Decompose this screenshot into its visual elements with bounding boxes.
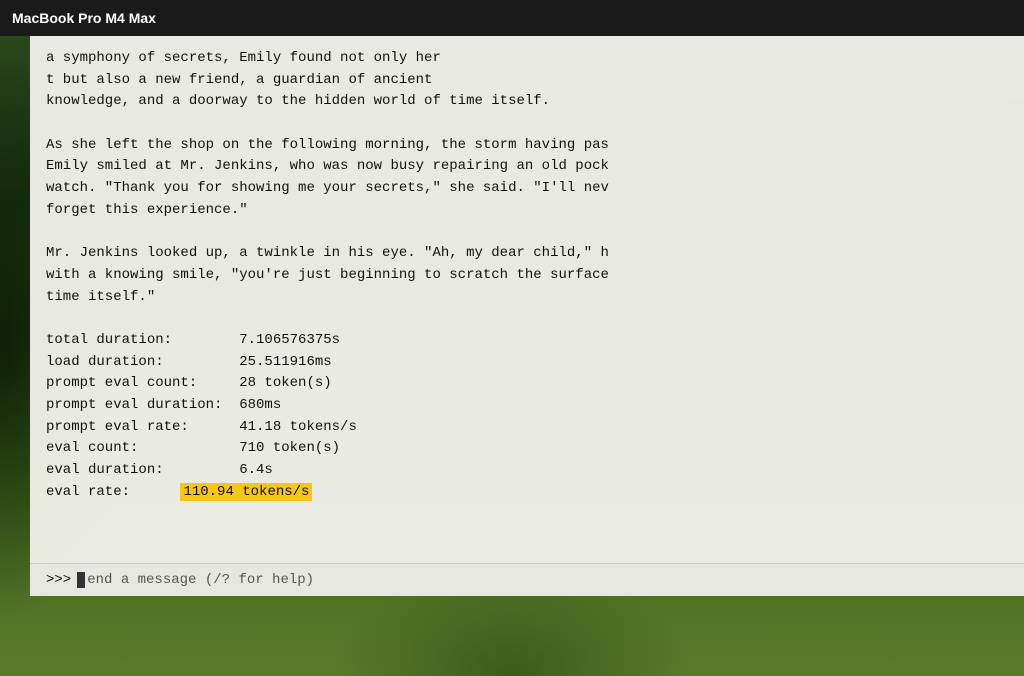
terminal-line-14: load duration: 25.511916ms [46,354,332,370]
terminal-panel: a symphony of secrets, Emily found not o… [30,36,1024,596]
terminal-line-2: knowledge, and a doorway to the hidden w… [46,93,550,109]
terminal-line-16: prompt eval duration: 680ms [46,397,281,413]
titlebar: MacBook Pro M4 Max [0,0,1024,36]
eval-rate-line: eval rate: 110.94 tokens/s [46,483,312,501]
terminal-line-5: Emily smiled at Mr. Jenkins, who was now… [46,158,609,174]
terminal-output: a symphony of secrets, Emily found not o… [46,48,1008,503]
terminal-line-17: prompt eval rate: 41.18 tokens/s [46,419,357,435]
terminal-line-13: total duration: 7.106576375s [46,332,340,348]
titlebar-title: MacBook Pro M4 Max [12,10,156,26]
terminal-line-9: Mr. Jenkins looked up, a twinkle in his … [46,245,609,261]
eval-rate-value: 110.94 tokens/s [180,483,312,501]
terminal-line-4: As she left the shop on the following mo… [46,137,609,153]
terminal-line-18: eval count: 710 token(s) [46,440,340,456]
input-placeholder: end a message (/? for help) [87,572,314,588]
terminal-line-7: forget this experience." [46,202,248,218]
terminal-line-10: with a knowing smile, "you're just begin… [46,267,609,283]
prompt-symbol: >>> [46,572,71,588]
cursor [77,572,85,588]
terminal-line-19: eval duration: 6.4s [46,462,273,478]
terminal-line-1: t but also a new friend, a guardian of a… [46,72,432,88]
terminal-input-area[interactable]: >>> end a message (/? for help) [30,563,1024,596]
terminal-line-0: a symphony of secrets, Emily found not o… [46,50,441,66]
eval-rate-label: eval rate: [46,484,130,500]
terminal-line-11: time itself." [46,289,155,305]
terminal-line-6: watch. "Thank you for showing me your se… [46,180,609,196]
terminal-line-15: prompt eval count: 28 token(s) [46,375,332,391]
